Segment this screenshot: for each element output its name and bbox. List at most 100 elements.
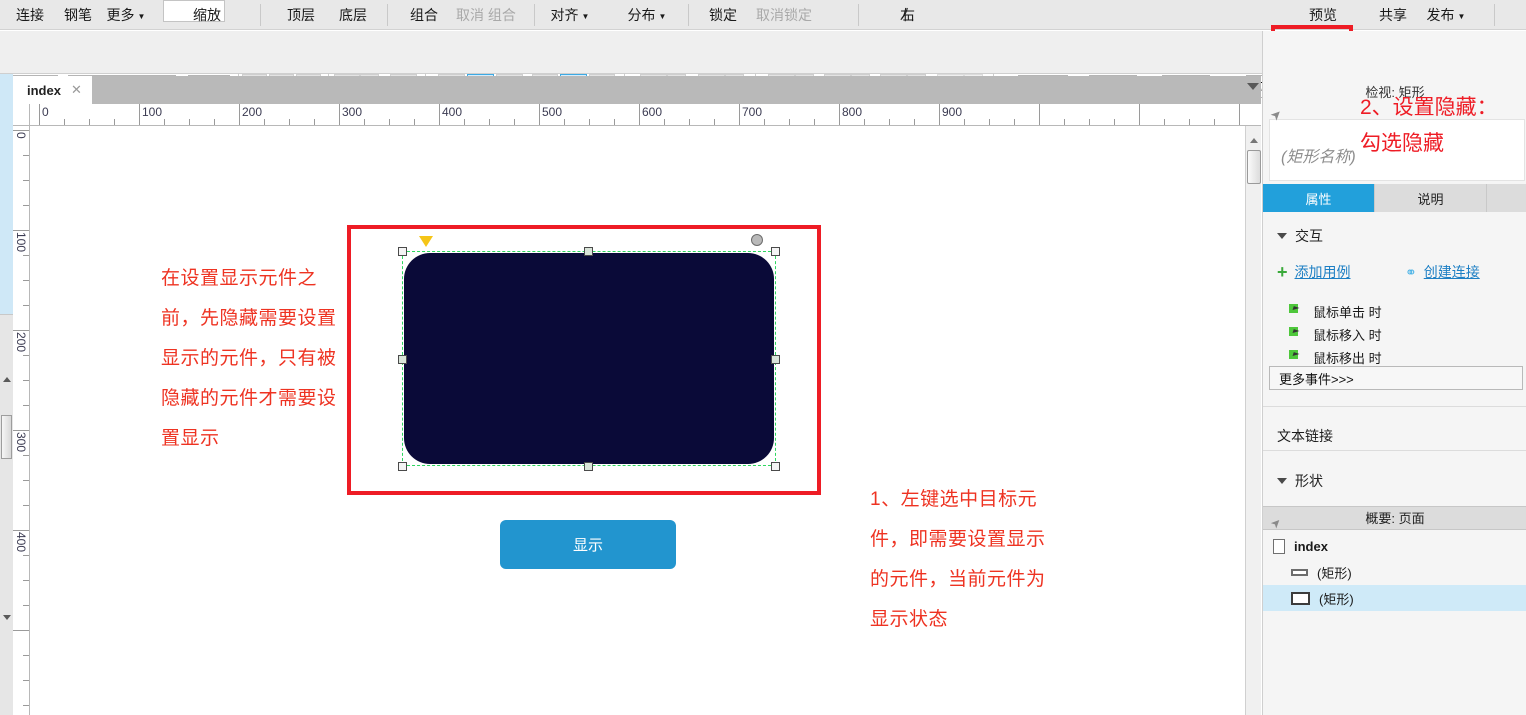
menu-item-15[interactable]: 共享 (1369, 0, 1417, 30)
event-label: 鼠标移入 时 (1313, 327, 1382, 343)
menu-item-label: 右 (901, 7, 915, 23)
menu-item-5[interactable]: 底层 (329, 0, 377, 30)
tab-overflow-chevron-down-icon[interactable] (1247, 83, 1259, 90)
resize-handle-e[interactable] (771, 355, 780, 364)
menu-item-1[interactable]: 钢笔 (54, 0, 102, 30)
menu-item-16[interactable]: 发布 ▼ (1418, 0, 1474, 30)
add-case-button[interactable]: + 添加用例 (1277, 262, 1351, 282)
ruler-label: 300 (342, 105, 363, 119)
scroll-up-icon[interactable] (1250, 138, 1258, 143)
resize-handle-w[interactable] (398, 355, 407, 364)
interaction-section-header[interactable]: 交互 (1263, 223, 1526, 249)
scroll-up-icon[interactable] (3, 377, 11, 382)
ruler-tick (23, 180, 29, 181)
show-button-widget[interactable]: 显示 (500, 520, 676, 569)
ruler-tick (1089, 119, 1090, 125)
ruler-tick (214, 119, 215, 125)
shape-section-label: 形状 (1295, 473, 1323, 489)
outline-panel-header: ➤ 概要: 页面 (1263, 506, 1526, 532)
resize-handle-n[interactable] (584, 247, 593, 256)
shape-section-header[interactable]: 形状 (1263, 468, 1526, 494)
tab-notes[interactable]: 说明 (1375, 184, 1487, 212)
ruler-tick (23, 655, 29, 656)
ruler-tick (464, 119, 465, 125)
ruler-label: 200 (242, 105, 263, 119)
ruler-tick (264, 119, 265, 125)
menu-item-9[interactable]: 分布 ▼ (620, 0, 674, 30)
outline-row-0[interactable]: index (1263, 533, 1526, 559)
outline-row-1[interactable]: (矩形) (1263, 559, 1526, 585)
ruler-tick (189, 119, 190, 125)
canvas-scroll-thumb[interactable] (1247, 150, 1261, 184)
ruler-tick (289, 119, 290, 125)
resize-handle-ne[interactable] (771, 247, 780, 256)
ruler-tick (23, 705, 29, 706)
outline-row-2[interactable]: (矩形) (1263, 585, 1526, 611)
rotate-handle-icon[interactable] (751, 234, 763, 246)
menu-item-6[interactable]: 组合 (400, 0, 448, 30)
menu-item-4[interactable]: 顶层 (277, 0, 325, 30)
text-link-label[interactable]: 文本链接 (1277, 426, 1333, 446)
ruler-label: 700 (742, 105, 763, 119)
chevron-down-icon: ▼ (1457, 11, 1466, 21)
left-strip-scroll-track[interactable] (0, 314, 13, 715)
resize-handle-nw[interactable] (398, 247, 407, 256)
interaction-section-label: 交互 (1295, 228, 1323, 244)
ruler-tick (23, 255, 29, 256)
ruler-label: 200 (14, 332, 28, 353)
ruler-label: 900 (942, 105, 963, 119)
ruler-tick (23, 355, 29, 356)
resize-handle-se[interactable] (771, 462, 780, 471)
ruler-tick (23, 605, 29, 606)
ruler-tick (939, 104, 940, 125)
tab-index[interactable]: index ✕ (13, 76, 92, 104)
tab-properties[interactable]: 属性 (1263, 184, 1375, 212)
menu-item-0[interactable]: 连接 (6, 0, 54, 30)
menu-item-11[interactable]: 取消锁定 (745, 0, 823, 30)
outline-row-label: index (1294, 538, 1328, 554)
create-link-button[interactable]: ⚭ 创建连接 (1405, 262, 1480, 282)
menu-item-7[interactable]: 取消 组合 (447, 0, 525, 30)
rect-box-icon (1291, 591, 1310, 605)
ruler-corner (13, 104, 30, 126)
ruler-tick (539, 104, 540, 125)
menu-item-8[interactable]: 对齐 ▼ (543, 0, 597, 30)
ruler-tick (1014, 119, 1015, 125)
menu-item-10[interactable]: 锁定 (699, 0, 747, 30)
menu-item-13[interactable]: 右 (890, 0, 926, 30)
ruler-tick (814, 119, 815, 125)
resize-handle-sw[interactable] (398, 462, 407, 471)
ruler-tick (23, 555, 29, 556)
resize-handle-s[interactable] (584, 462, 593, 471)
ruler-tick (23, 455, 29, 456)
rect-thin-icon (1291, 568, 1308, 576)
ruler-tick (964, 119, 965, 125)
ruler-tick (839, 104, 840, 125)
event-label: 鼠标移出 时 (1313, 350, 1382, 366)
ruler-tick (114, 119, 115, 125)
ruler-tick (13, 430, 29, 431)
interaction-marker-icon[interactable] (419, 236, 433, 247)
tab-label: 属性 (1305, 191, 1332, 207)
collapse-arrow-icon[interactable]: ➤ (1264, 511, 1288, 535)
ruler-tick (914, 119, 915, 125)
event-row-1[interactable]: 鼠标移入 时 (1263, 322, 1526, 346)
menu-item-3[interactable]: 缩放 (178, 0, 236, 30)
ruler-tick (13, 130, 29, 131)
menu-item-2[interactable]: 更多 ▼ (100, 0, 152, 30)
close-icon[interactable]: ✕ (71, 82, 82, 98)
scroll-thumb[interactable] (1, 415, 12, 459)
design-canvas[interactable]: 在设置显示元件之 前，先隐藏需要设置 显示的元件，只有被 隐藏的元件才需要设 置… (30, 126, 1245, 715)
ruler-label: 0 (14, 132, 28, 139)
canvas-vertical-scrollbar[interactable] (1245, 126, 1261, 715)
ruler-label: 0 (42, 105, 49, 119)
ruler-label: 600 (642, 105, 663, 119)
more-events-button[interactable]: 更多事件>>> (1269, 366, 1523, 390)
event-row-0[interactable]: 鼠标单击 时 (1263, 299, 1526, 323)
ruler-tick (23, 680, 29, 681)
left-panel-scrollbar[interactable] (0, 74, 13, 715)
ruler-label: 300 (14, 432, 28, 453)
ruler-tick (364, 119, 365, 125)
scroll-down-icon[interactable] (3, 615, 11, 620)
tab-label: 说明 (1417, 191, 1444, 207)
